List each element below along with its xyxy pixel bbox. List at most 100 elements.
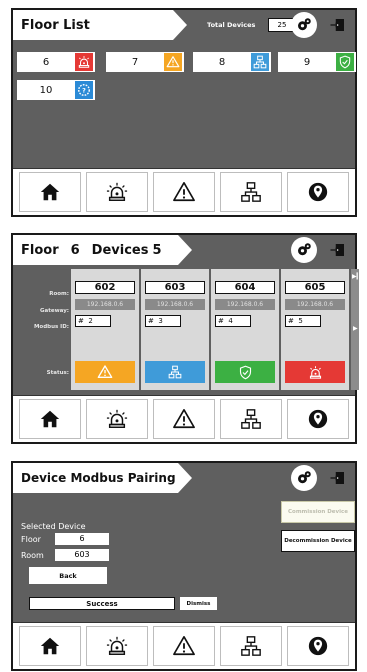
modbus-id-field[interactable]: # 3 bbox=[145, 315, 181, 327]
nav-home[interactable] bbox=[19, 399, 82, 439]
modbus-id-prefix: # bbox=[218, 317, 224, 325]
floor-number: 10 bbox=[39, 84, 53, 96]
floor-tile-9[interactable]: 9 bbox=[278, 52, 356, 72]
modbus-pairing-screen: Device Modbus Pairing Commission Device … bbox=[11, 461, 357, 671]
total-devices-label: Total Devices bbox=[207, 21, 256, 29]
commission-device-button[interactable]: Commission Device bbox=[281, 501, 355, 523]
home-icon bbox=[39, 635, 61, 657]
modbus-id-field[interactable]: # 5 bbox=[285, 315, 321, 327]
floor-tile-7[interactable]: 7 bbox=[106, 52, 184, 72]
gateway-address: 192.168.0.6 bbox=[75, 299, 135, 310]
modbus-id-field[interactable]: # 4 bbox=[215, 315, 251, 327]
skip-end-icon[interactable]: ▶▎ bbox=[352, 273, 361, 280]
alarm-icon bbox=[106, 181, 128, 203]
commission-device-label: Commission Device bbox=[288, 509, 348, 515]
location-icon bbox=[307, 635, 329, 657]
floor-number: 9 bbox=[303, 56, 311, 68]
network-icon bbox=[145, 361, 205, 383]
nav-network[interactable] bbox=[219, 626, 282, 666]
floor-number: 6 bbox=[42, 56, 50, 68]
gateway-address: 192.168.0.6 bbox=[145, 299, 205, 310]
device-card-603[interactable]: 603 192.168.0.6 # 3 bbox=[141, 269, 209, 390]
network-icon bbox=[240, 181, 262, 203]
exit-icon bbox=[328, 16, 348, 34]
location-icon bbox=[307, 408, 329, 430]
gear-icon bbox=[295, 241, 313, 259]
bottom-nav bbox=[13, 168, 355, 215]
modbus-id-prefix: # bbox=[148, 317, 154, 325]
modbus-id-value: 3 bbox=[158, 317, 163, 325]
room-label: Room bbox=[21, 551, 44, 560]
nav-alarms[interactable] bbox=[86, 399, 149, 439]
nav-home[interactable] bbox=[19, 626, 82, 666]
floor-value: 6 bbox=[55, 533, 109, 545]
page-title-text: Floor List bbox=[21, 17, 90, 33]
alarm-icon bbox=[285, 361, 345, 383]
decommission-device-button[interactable]: Decommission Device bbox=[281, 530, 355, 552]
decommission-device-label: Decommission Device bbox=[284, 538, 352, 544]
modbus-id-value: 2 bbox=[88, 317, 93, 325]
floor-number: 7 bbox=[131, 56, 139, 68]
modbus-id-field[interactable]: # 2 bbox=[75, 315, 111, 327]
nav-alarms[interactable] bbox=[86, 626, 149, 666]
page-title: Floor 6 Devices 5 bbox=[13, 235, 192, 265]
device-card-605[interactable]: 605 192.168.0.6 # 5 bbox=[281, 269, 349, 390]
alarm-icon bbox=[106, 408, 128, 430]
modbus-id-prefix: # bbox=[78, 317, 84, 325]
modbus-id-value: 5 bbox=[298, 317, 303, 325]
settings-button[interactable] bbox=[291, 237, 317, 263]
modbus-id-prefix: # bbox=[288, 317, 294, 325]
title-floor-value: 6 bbox=[70, 242, 80, 258]
exit-button[interactable] bbox=[327, 240, 349, 260]
room-number: 602 bbox=[75, 281, 135, 294]
floor-tile-10[interactable]: 10 bbox=[17, 80, 95, 100]
device-card-604[interactable]: 604 192.168.0.6 # 4 bbox=[211, 269, 279, 390]
floor-tile-6[interactable]: 6 bbox=[17, 52, 95, 72]
dismiss-label: Dismiss bbox=[186, 600, 211, 607]
nav-location[interactable] bbox=[286, 399, 349, 439]
floor-number: 8 bbox=[218, 56, 226, 68]
warning-icon bbox=[173, 181, 195, 203]
network-icon bbox=[240, 635, 262, 657]
title-devices-label: Devices bbox=[91, 242, 149, 258]
warning-icon bbox=[164, 53, 182, 71]
back-button[interactable]: Back bbox=[29, 567, 107, 584]
exit-icon bbox=[328, 469, 348, 487]
modbus-row-label: Modbus ID: bbox=[33, 324, 69, 330]
nav-network[interactable] bbox=[219, 399, 282, 439]
device-card-602[interactable]: 602 192.168.0.6 # 2 bbox=[71, 269, 139, 390]
modbus-id-value: 4 bbox=[228, 317, 233, 325]
warning-icon bbox=[173, 408, 195, 430]
nav-warnings[interactable] bbox=[152, 399, 215, 439]
nav-location[interactable] bbox=[286, 172, 349, 212]
settings-button[interactable] bbox=[291, 465, 317, 491]
floor-tile-8[interactable]: 8 bbox=[193, 52, 271, 72]
location-icon bbox=[307, 181, 329, 203]
nav-home[interactable] bbox=[19, 172, 82, 212]
page-title-text: Device Modbus Pairing bbox=[21, 471, 176, 485]
settings-button[interactable] bbox=[291, 12, 317, 38]
title-devices-value: 5 bbox=[152, 242, 162, 258]
warning-icon bbox=[75, 361, 135, 383]
page-scroller[interactable]: ▶▎ ▶ bbox=[351, 269, 361, 390]
nav-warnings[interactable] bbox=[152, 626, 215, 666]
nav-network[interactable] bbox=[219, 172, 282, 212]
result-status-box: Success bbox=[29, 597, 175, 610]
selected-device-label: Selected Device bbox=[21, 522, 86, 531]
status-row-label: Status: bbox=[46, 370, 69, 376]
next-page-icon[interactable]: ▶ bbox=[353, 325, 358, 332]
page-title: Floor List bbox=[13, 10, 187, 40]
room-number: 604 bbox=[215, 281, 275, 294]
nav-warnings[interactable] bbox=[152, 172, 215, 212]
room-number: 603 bbox=[145, 281, 205, 294]
shield-check-icon bbox=[215, 361, 275, 383]
home-icon bbox=[39, 408, 61, 430]
nav-location[interactable] bbox=[286, 626, 349, 666]
gateway-row-label: Gateway: bbox=[40, 308, 69, 314]
nav-alarms[interactable] bbox=[86, 172, 149, 212]
exit-button[interactable] bbox=[327, 15, 349, 35]
exit-icon bbox=[328, 241, 348, 259]
exit-button[interactable] bbox=[327, 468, 349, 488]
page-title: Device Modbus Pairing bbox=[13, 463, 192, 493]
dismiss-button[interactable]: Dismiss bbox=[180, 597, 217, 610]
